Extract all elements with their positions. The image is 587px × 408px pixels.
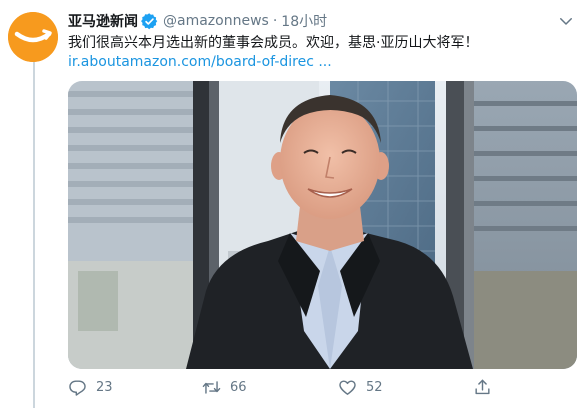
tweet-header: 亚马逊新闻 @amazonnews · 18小时 <box>68 10 327 32</box>
avatar[interactable] <box>8 12 58 62</box>
retweet-count: 66 <box>230 379 247 395</box>
timestamp[interactable]: 18小时 <box>281 11 327 31</box>
verified-badge-icon <box>141 12 158 30</box>
share-icon <box>475 379 490 394</box>
chevron-down-icon[interactable] <box>557 12 575 30</box>
portrait-photo <box>68 81 577 369</box>
like-count: 52 <box>366 379 383 395</box>
reply-icon <box>69 379 86 396</box>
separator-dot: · <box>272 13 278 29</box>
tweet-card[interactable]: 亚马逊新闻 @amazonnews · 18小时 我们很高兴本月选出新的董事会成… <box>0 0 587 408</box>
heart-icon <box>339 379 356 395</box>
tweet-link[interactable]: ir.aboutamazon.com/board-of-direc ... <box>68 52 332 72</box>
retweet-button[interactable]: 66 <box>202 375 247 399</box>
amazon-smile-logo-icon <box>8 12 58 62</box>
reply-button[interactable]: 23 <box>68 375 113 399</box>
like-button[interactable]: 52 <box>338 375 383 399</box>
tweet-text: 我们很高兴本月选出新的董事会成员。欢迎，基思·亚历山大将军！ <box>68 35 479 51</box>
retweet-icon <box>202 380 221 394</box>
share-button[interactable] <box>473 375 492 399</box>
thread-line <box>33 62 35 408</box>
tweet-photo[interactable] <box>68 81 577 369</box>
tweet-actions: 23 66 52 <box>68 375 508 399</box>
display-name[interactable]: 亚马逊新闻 <box>68 11 138 31</box>
reply-count: 23 <box>96 379 113 395</box>
user-handle[interactable]: @amazonnews <box>163 13 269 29</box>
